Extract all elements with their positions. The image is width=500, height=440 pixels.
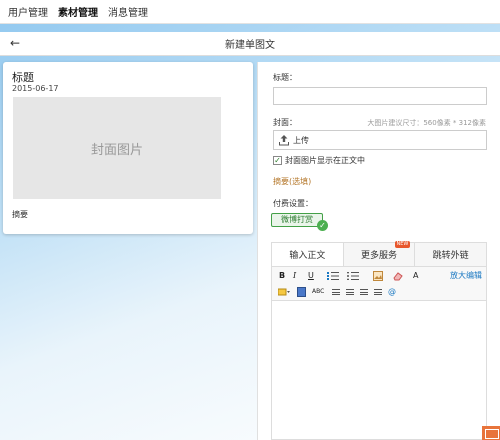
show-cover-option: ✓ 封面图片显示在正文中 bbox=[273, 155, 365, 166]
editor-toolbar: B I U A 放大编辑 ABC @ bbox=[272, 267, 486, 301]
back-arrow-icon[interactable]: ← bbox=[10, 36, 20, 50]
underline-button[interactable]: U bbox=[308, 271, 314, 280]
bold-button[interactable]: B bbox=[279, 271, 285, 280]
nav-message-management[interactable]: 消息管理 bbox=[108, 4, 148, 19]
show-cover-label: 封面图片显示在正文中 bbox=[285, 156, 365, 165]
tab-label: 跳转外链 bbox=[432, 251, 469, 261]
upload-button[interactable]: 上传 bbox=[273, 130, 487, 150]
align-center-icon[interactable] bbox=[346, 289, 354, 295]
abstract-link[interactable]: 摘要(选填) bbox=[273, 176, 311, 187]
preview-title: 标题 bbox=[12, 71, 34, 84]
upload-icon bbox=[279, 135, 289, 146]
mail-icon[interactable] bbox=[482, 426, 500, 440]
nav-user-management[interactable]: 用户管理 bbox=[8, 4, 48, 19]
editor-tabs: 输入正文 更多服务 NEW 跳转外链 bbox=[271, 241, 487, 266]
top-nav: 用户管理 素材管理 消息管理 bbox=[0, 0, 500, 24]
cover-placeholder-text: 封面图片 bbox=[90, 142, 143, 158]
upload-label: 上传 bbox=[293, 135, 309, 145]
unordered-list-icon[interactable] bbox=[347, 272, 361, 280]
highlight-icon[interactable] bbox=[278, 288, 290, 296]
align-justify-icon[interactable] bbox=[374, 289, 382, 295]
insert-link-button[interactable]: @ bbox=[388, 287, 396, 296]
check-icon: ✓ bbox=[317, 220, 328, 231]
title-input[interactable] bbox=[273, 87, 487, 105]
preview-cover-image: 封面图片 bbox=[13, 97, 221, 199]
title-label: 标题： bbox=[273, 73, 297, 82]
nav-material-management[interactable]: 素材管理 bbox=[58, 4, 98, 19]
tab-more-services[interactable]: 更多服务 NEW bbox=[342, 241, 415, 266]
preview-summary: 摘要 bbox=[12, 210, 28, 219]
tab-external-link[interactable]: 跳转外链 bbox=[414, 243, 487, 266]
preview-date: 2015-06-17 bbox=[12, 84, 59, 93]
article-preview-card[interactable]: 标题 2015-06-17 封面图片 摘要 bbox=[3, 62, 253, 234]
pay-settings-label: 付费设置： bbox=[273, 199, 313, 208]
enlarge-editor-link[interactable]: 放大编辑 bbox=[450, 270, 482, 281]
eraser-icon[interactable] bbox=[393, 271, 403, 281]
cover-label: 封面： bbox=[273, 118, 297, 127]
page-title: 新建单图文 bbox=[225, 40, 275, 51]
block-style-icon[interactable] bbox=[297, 287, 306, 297]
new-badge: NEW bbox=[394, 241, 411, 248]
page-header: ← 新建单图文 bbox=[0, 32, 500, 56]
rich-text-editor[interactable]: B I U A 放大编辑 ABC @ bbox=[271, 266, 487, 440]
cover-size-hint: 大图片建议尺寸：560像素 * 312像素 bbox=[367, 119, 486, 127]
tab-label: 更多服务 bbox=[361, 251, 398, 261]
show-cover-checkbox[interactable]: ✓ bbox=[273, 156, 282, 165]
insert-image-icon[interactable] bbox=[373, 271, 383, 281]
edit-panel: 标题： 封面： 大图片建议尺寸：560像素 * 312像素 上传 ✓ 封面图片显… bbox=[257, 62, 500, 440]
tab-label: 输入正文 bbox=[289, 251, 326, 261]
font-color-button[interactable]: A bbox=[413, 271, 418, 280]
strikethrough-abc-button[interactable]: ABC bbox=[312, 288, 324, 295]
tab-input-content[interactable]: 输入正文 bbox=[272, 243, 343, 266]
ordered-list-icon[interactable] bbox=[327, 272, 341, 280]
align-right-icon[interactable] bbox=[360, 289, 368, 295]
weibo-tip-button[interactable]: 微博打赏 bbox=[271, 213, 323, 227]
italic-button[interactable]: I bbox=[293, 271, 296, 280]
align-left-icon[interactable] bbox=[332, 289, 340, 295]
